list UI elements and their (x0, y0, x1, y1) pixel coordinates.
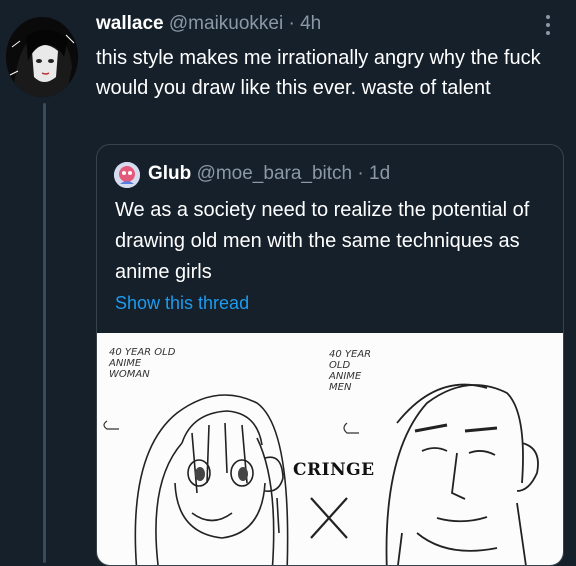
tweet-text: this style makes me irrationally angry w… (96, 47, 541, 99)
label-right: 40 YEAR OLD ANIME MEN (329, 349, 372, 393)
quote-author-name[interactable]: Glub (148, 163, 191, 184)
quote-text: We as a society need to realize the pote… (115, 199, 530, 283)
quote-image[interactable]: 40 YEAR OLD ANIME WOMAN 40 YEAR OLD ANIM… (97, 333, 563, 565)
quote-separator-dot: · (357, 163, 364, 184)
separator-dot: · (288, 13, 295, 34)
avatar[interactable] (6, 17, 78, 97)
quote-avatar (114, 162, 140, 188)
quote-header: Glub @moe_bara_bitch · 1d (148, 163, 390, 185)
tweet-header: wallace @maikuokkei · 4h (96, 13, 321, 35)
author-name[interactable]: wallace (96, 13, 164, 34)
tweet-timestamp[interactable]: 4h (300, 13, 321, 34)
author-handle[interactable]: @maikuokkei (169, 13, 283, 34)
more-vertical-icon[interactable] (538, 10, 558, 40)
quote-timestamp[interactable]: 1d (369, 163, 390, 184)
thread-connector-line (43, 103, 46, 563)
quoted-tweet[interactable]: Glub @moe_bara_bitch · 1d We as a societ… (96, 144, 564, 566)
avatar-image (6, 17, 78, 97)
show-thread-link[interactable]: Show this thread (115, 293, 249, 314)
label-left: 40 YEAR OLD ANIME WOMAN (109, 347, 176, 380)
cringe-label: CRINGE (293, 460, 375, 480)
quote-author-handle[interactable]: @moe_bara_bitch (197, 163, 353, 184)
